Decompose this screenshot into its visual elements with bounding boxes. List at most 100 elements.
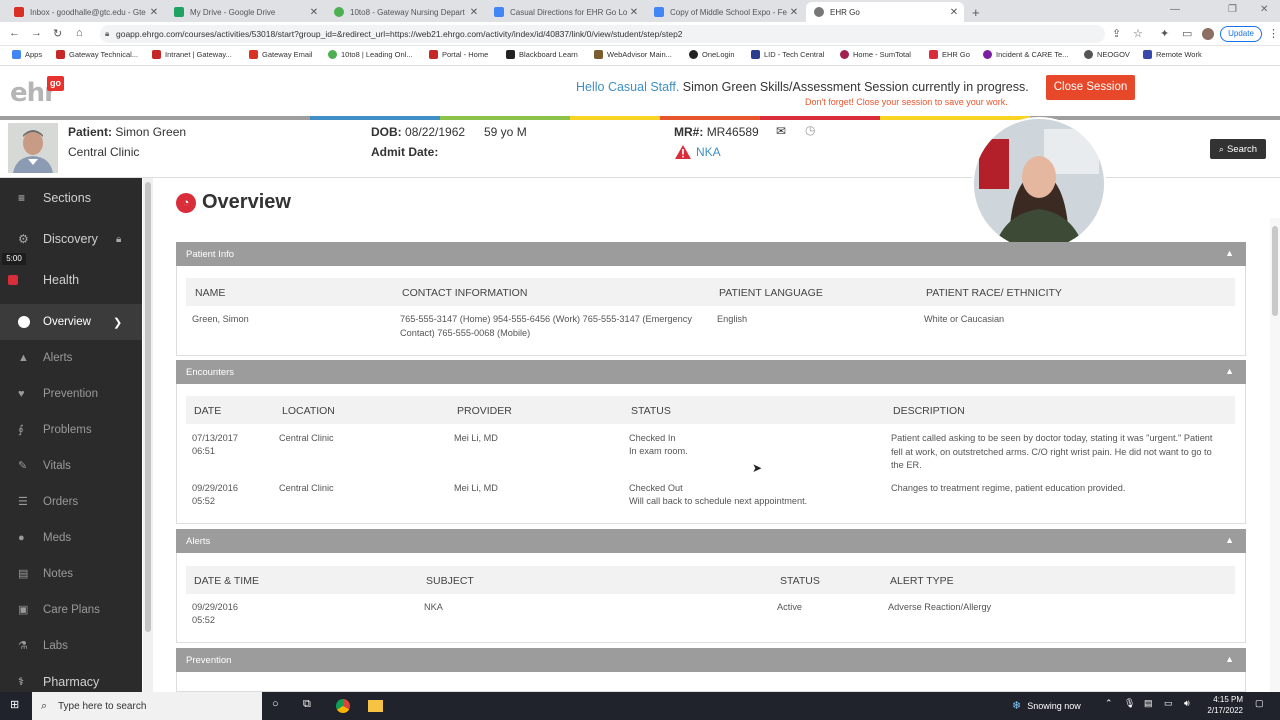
extensions-icon[interactable]: ✦ [1160,27,1169,40]
star-icon[interactable]: ☆ [1133,27,1143,40]
chevron-up-icon[interactable]: ▲ [1225,535,1234,545]
chevron-up-icon[interactable]: ▲ [1225,248,1234,258]
browser-tab[interactable]: My Drive - Google Drive ✕ [166,2,324,22]
windows-start-icon[interactable]: ⊞ [10,698,19,711]
browser-tab[interactable]: Inbox - goodhalle@gtc.edu - Gte ✕ [6,2,164,22]
bookmark-item[interactable]: NEOGOV [1084,50,1130,59]
drive-icon [174,7,184,17]
sidebar-item-orders[interactable]: ☰ Orders [0,484,142,520]
reload-icon[interactable]: ↻ [53,27,62,40]
bookmark-item[interactable]: Blackboard Learn [506,50,578,59]
bookmark-item[interactable]: WebAdvisor Main... [594,50,672,59]
sidebar-item-labs[interactable]: ⚗ Labs [0,628,142,664]
new-tab-button[interactable]: + [968,2,988,22]
flask-icon: ⚗ [18,640,28,652]
sidebar-item-problems[interactable]: ∮ Problems [0,412,142,448]
back-icon[interactable]: ← [9,27,20,39]
sidebar-scrollbar-thumb[interactable] [145,182,151,632]
window-close-icon[interactable]: ✕ [1260,4,1268,15]
sidebar-item-notes[interactable]: ▤ Notes [0,556,142,592]
bookmark-label: Remote Work [1156,50,1202,59]
cortana-icon[interactable]: ○ [272,698,279,710]
taskbar-search-input[interactable]: ⌕ Type here to search [32,692,262,720]
column-header: DESCRIPTION [893,405,965,417]
notification-icon[interactable]: ▢ [1255,698,1264,709]
task-view-icon[interactable]: ⧉ [303,698,311,711]
clock-icon[interactable]: ◷ [805,123,815,137]
alerts-panel-header[interactable]: Alerts ▲ [176,529,1246,553]
menu-dots-icon[interactable]: ⋮ [1268,27,1279,40]
sidebar-item-alerts[interactable]: ▲ Alerts [0,340,142,376]
gauge-icon [18,316,30,328]
minimize-icon[interactable]: — [1170,4,1180,15]
allergy-alert[interactable]: NKA [674,144,721,160]
envelope-icon[interactable]: ✉ [776,124,786,138]
bookmark-apps[interactable]: Apps [12,50,42,59]
prevention-panel-header[interactable]: Prevention ▲ [176,648,1246,672]
share-icon[interactable]: ⇪ [1112,27,1121,40]
browser-tab-active[interactable]: EHR Go ✕ [806,2,964,22]
column-header: PATIENT RACE/ ETHNICITY [926,287,1062,299]
close-tab-icon[interactable]: ✕ [308,7,320,18]
close-tab-icon[interactable]: ✕ [948,7,960,18]
chrome-icon[interactable] [336,699,350,713]
weather-widget[interactable]: ❄ Snowing now [1012,699,1081,712]
sidebar-sections-toggle[interactable]: ≡ Sections [0,180,142,216]
encounter-provider: Mei Li, MD [454,483,498,493]
sidebar-item-overview[interactable]: Overview ❯ [0,304,142,340]
encounters-panel-header[interactable]: Encounters ▲ [176,360,1246,384]
volume-icon[interactable]: 🔊︎ [1184,698,1190,709]
close-tab-icon[interactable]: ✕ [788,7,800,18]
bookmark-item[interactable]: Gateway Email [249,50,312,59]
page-scrollbar-thumb[interactable] [1272,226,1278,316]
dob-label: DOB: [371,125,402,139]
remote-work-icon [1143,50,1152,59]
patient-search-button[interactable]: ⌕ Search [1210,139,1266,159]
mr-label: MR#: [674,125,704,139]
maximize-icon[interactable]: ❐ [1228,4,1237,15]
bookmark-item[interactable]: OneLogin [689,50,735,59]
bookmark-item[interactable]: LID - Tech Central [751,50,824,59]
browser-tab[interactable]: Copy of Middle School Expo - Fe ✕ [646,2,804,22]
home-icon[interactable]: ⌂ [76,27,83,39]
browser-tab[interactable]: Casual Directions for EHR Go Lo ✕ [486,2,644,22]
close-session-button[interactable]: Close Session [1046,75,1135,100]
close-tab-icon[interactable]: ✕ [468,7,480,18]
sidebar-item-vitals[interactable]: ✎ Vitals [0,448,142,484]
sidebar-item-health[interactable]: Health [0,262,142,298]
patient-info-panel-header[interactable]: Patient Info ▲ [176,242,1246,266]
sidebar-item-meds[interactable]: ● Meds [0,520,142,556]
forward-icon[interactable]: → [31,27,42,39]
bookmark-item[interactable]: Gateway Technical... [56,50,138,59]
microphone-icon[interactable]: 🎙︎ [1124,698,1135,709]
browser-tab[interactable]: 10to8 - Gateway Nursing Depart ✕ [326,2,484,22]
bookmark-item[interactable]: 10to8 | Leading Onl... [328,50,413,59]
chevron-up-icon[interactable]: ▲ [1225,366,1234,376]
bookmark-item[interactable]: EHR Go [929,50,970,59]
bookmark-item[interactable]: Home - SumTotal [840,50,911,59]
encounter-description: Patient called asking to be seen by doct… [891,433,1213,470]
taskbar-clock[interactable]: 4:15 PM 2/17/2022 [1203,694,1243,716]
sidepanel-icon[interactable]: ▭ [1182,27,1192,40]
url-input[interactable]: 🔒︎ goapp.ehrgo.com/courses/activities/530… [100,25,1105,43]
bookmark-item[interactable]: Incident & CARE Te... [983,50,1068,59]
sidebar-item-label: Meds [43,532,72,544]
display-icon[interactable]: ▭ [1164,698,1173,709]
pen-icon: ✎ [18,460,28,472]
sidebar-item-care-plans[interactable]: ▣ Care Plans [0,592,142,628]
chevron-up-icon[interactable]: ▲ [1225,654,1234,664]
close-tab-icon[interactable]: ✕ [148,7,160,18]
file-explorer-icon[interactable] [368,700,383,712]
bookmark-item[interactable]: Intranet | Gateway... [152,50,232,59]
sidebar-item-discovery[interactable]: ⚙ Discovery 🔒︎ [0,221,142,257]
bookmark-item[interactable]: Remote Work [1143,50,1202,59]
network-icon[interactable]: ▤ [1144,698,1153,709]
update-button[interactable]: Update [1220,26,1262,42]
sidebar-item-prevention[interactable]: ♥ Prevention [0,376,142,412]
tray-chevron-icon[interactable]: ⌃ [1105,698,1113,709]
bookmark-item[interactable]: Portal - Home [429,50,488,59]
bookmark-label: EHR Go [942,50,970,59]
profile-avatar[interactable] [1202,28,1214,40]
search-icon: ⌕ [1218,143,1224,154]
close-tab-icon[interactable]: ✕ [628,7,640,18]
